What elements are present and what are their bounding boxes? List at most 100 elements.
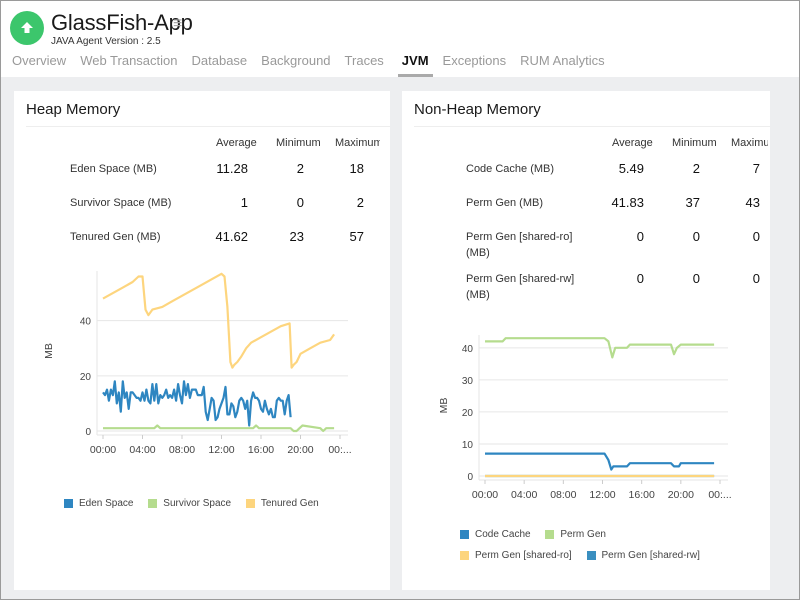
tab-web-transaction[interactable]: Web Transaction bbox=[80, 52, 177, 77]
content-area: Heap Memory Average Minimum Maximum Eden… bbox=[1, 77, 799, 599]
x-tick-label: 00:... bbox=[328, 444, 351, 456]
tab-database[interactable]: Database bbox=[192, 52, 248, 77]
legend-swatch bbox=[148, 499, 158, 508]
series-line-survivor-space bbox=[103, 424, 335, 433]
tab-overview[interactable]: Overview bbox=[12, 52, 66, 77]
x-tick-label: 00:00 bbox=[90, 444, 116, 456]
maximum-value: 57 bbox=[349, 229, 364, 244]
y-axis-label: MB bbox=[43, 343, 55, 359]
tab-exceptions[interactable]: Exceptions bbox=[443, 52, 507, 77]
minimum-value: 23 bbox=[289, 229, 304, 244]
maximum-value: 43 bbox=[745, 195, 760, 210]
tab-jvm[interactable]: JVM bbox=[397, 52, 433, 77]
legend-label: Perm Gen [shared-rw] bbox=[601, 550, 700, 561]
legend-item-perm-gen[interactable]: Perm Gen bbox=[545, 529, 606, 540]
heap-chart-legend: Eden Space Survivor Space Tenured Gen bbox=[64, 498, 331, 511]
y-tick-label: 40 bbox=[80, 317, 92, 328]
app-header: GlassFish-App ≡ JAVA Agent Version : 2.5… bbox=[1, 1, 799, 77]
x-tick-label: 04:00 bbox=[511, 489, 537, 501]
legend-swatch bbox=[586, 551, 596, 560]
legend-swatch bbox=[545, 530, 555, 539]
tab-background[interactable]: Background bbox=[261, 52, 330, 77]
heap-memory-chart[interactable]: 0 20 40 00:00 04:00 08:00 12:00 16:00 20:00 00:..… bbox=[14, 261, 390, 481]
y-tick-label: 20 bbox=[80, 372, 92, 383]
minimum-value: 2 bbox=[692, 161, 700, 176]
x-tick-label: 12:00 bbox=[208, 444, 234, 456]
column-header-minimum: Minimum bbox=[672, 137, 717, 149]
row-label: Perm Gen [shared-rw] (MB) bbox=[466, 273, 575, 301]
minimum-value: 37 bbox=[685, 195, 700, 210]
average-value: 1 bbox=[240, 195, 248, 210]
average-value: 11.28 bbox=[216, 161, 248, 176]
legend-item-eden-space[interactable]: Eden Space bbox=[64, 498, 134, 509]
legend-swatch bbox=[64, 499, 73, 508]
legend-swatch bbox=[460, 551, 469, 560]
y-tick-label: 30 bbox=[462, 376, 474, 387]
legend-swatch bbox=[245, 499, 255, 508]
x-tick-label: 16:00 bbox=[248, 444, 274, 456]
legend-label: Perm Gen [shared-ro] bbox=[475, 550, 572, 561]
non-heap-memory-panel: Non-Heap Memory Average Minimum Maximum … bbox=[402, 91, 770, 590]
average-value: 5.49 bbox=[618, 161, 644, 176]
x-tick-label: 08:00 bbox=[550, 489, 576, 501]
x-tick-label: 12:00 bbox=[589, 489, 615, 501]
minimum-value: 0 bbox=[692, 271, 700, 286]
legend-swatch bbox=[460, 530, 469, 539]
heap-memory-panel: Heap Memory Average Minimum Maximum Eden… bbox=[14, 91, 390, 590]
average-value: 0 bbox=[636, 271, 644, 286]
non-heap-memory-chart[interactable]: 0 10 20 30 40 00:00 04:00 08:00 12:00 16:00 20:00 0… bbox=[402, 321, 770, 501]
y-tick-label: 20 bbox=[462, 408, 474, 419]
series-line-code-cache bbox=[485, 452, 715, 471]
y-axis-label: MB bbox=[438, 398, 450, 414]
tab-bar: Overview Web Transaction Database Backgr… bbox=[12, 52, 619, 77]
x-tick-label: 20:00 bbox=[668, 489, 694, 501]
legend-label: Eden Space bbox=[79, 498, 134, 509]
arrow-up-icon bbox=[21, 22, 33, 33]
legend-item-code-cache[interactable]: Code Cache bbox=[460, 529, 531, 540]
app-logo[interactable] bbox=[10, 11, 44, 45]
y-tick-label: 10 bbox=[462, 440, 474, 451]
legend-item-perm-gen-shared-ro[interactable]: Perm Gen [shared-ro] bbox=[460, 550, 572, 561]
x-tick-label: 00:00 bbox=[472, 489, 498, 501]
y-tick-label: 0 bbox=[467, 472, 473, 483]
stats-table: Average Minimum Maximum Eden Space (MB) … bbox=[14, 91, 380, 251]
x-tick-label: 00:... bbox=[708, 489, 731, 501]
row-label: Perm Gen (MB) bbox=[466, 197, 544, 209]
app-title: GlassFish-App bbox=[51, 10, 193, 35]
tab-rum-analytics[interactable]: RUM Analytics bbox=[520, 52, 605, 77]
hamburger-menu-icon[interactable]: ≡ bbox=[173, 14, 182, 34]
legend-item-tenured-gen[interactable]: Tenured Gen bbox=[245, 498, 319, 509]
series-line-eden-space bbox=[102, 380, 292, 427]
x-tick-label: 16:00 bbox=[629, 489, 655, 501]
legend-label: Survivor Space bbox=[163, 498, 232, 509]
minimum-value: 0 bbox=[692, 229, 700, 244]
app-window: GlassFish-App ≡ JAVA Agent Version : 2.5… bbox=[0, 0, 800, 600]
x-tick-label: 20:00 bbox=[287, 444, 313, 456]
x-tick-label: 04:00 bbox=[129, 444, 155, 456]
row-label: Eden Space (MB) bbox=[70, 163, 157, 175]
column-header-average: Average bbox=[216, 137, 257, 149]
legend-label: Code Cache bbox=[475, 529, 531, 540]
legend-label: Perm Gen bbox=[560, 529, 606, 540]
average-value: 41.62 bbox=[215, 229, 248, 244]
column-header-maximum: Maximum bbox=[335, 137, 380, 149]
legend-item-survivor-space[interactable]: Survivor Space bbox=[148, 498, 231, 509]
maximum-value: 0 bbox=[752, 271, 760, 286]
y-tick-label: 40 bbox=[462, 344, 474, 355]
maximum-value: 18 bbox=[349, 161, 364, 176]
tab-traces[interactable]: Traces bbox=[345, 52, 384, 77]
row-label: Perm Gen [shared-ro] (MB) bbox=[466, 231, 573, 259]
average-value: 0 bbox=[636, 229, 644, 244]
minimum-value: 2 bbox=[296, 161, 304, 176]
column-header-minimum: Minimum bbox=[276, 137, 321, 149]
maximum-value: 2 bbox=[356, 195, 364, 210]
y-tick-label: 0 bbox=[85, 427, 91, 438]
maximum-value: 0 bbox=[752, 229, 760, 244]
legend-label: Tenured Gen bbox=[260, 498, 319, 509]
legend-item-perm-gen-shared-rw[interactable]: Perm Gen [shared-rw] bbox=[586, 550, 700, 561]
x-tick-label: 08:00 bbox=[169, 444, 195, 456]
row-label: Survivor Space (MB) bbox=[70, 197, 172, 209]
column-header-maximum: Maximum bbox=[731, 137, 768, 149]
average-value: 41.83 bbox=[611, 195, 644, 210]
row-label: Tenured Gen (MB) bbox=[70, 231, 161, 243]
